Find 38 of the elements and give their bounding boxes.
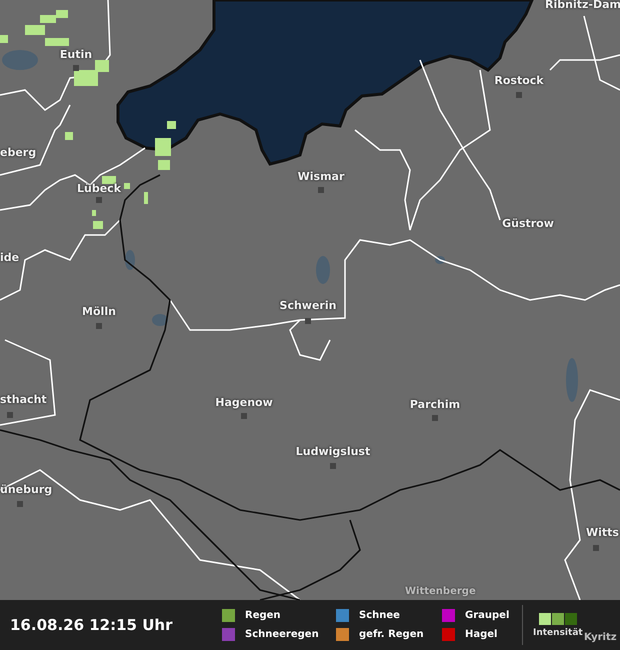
city-label: Hagenow <box>215 395 273 411</box>
city-label: Schwerin <box>280 298 336 314</box>
city-marker <box>432 415 438 421</box>
city-label: eberg <box>0 145 36 161</box>
city-marker <box>17 501 23 507</box>
city-label: üneburg <box>0 482 52 498</box>
city-label: Witts <box>586 525 619 541</box>
city-label: sthacht <box>0 392 47 408</box>
timestamp: 16.08.26 12:15 Uhr <box>10 616 174 634</box>
city-label: Wittenberge <box>405 585 476 599</box>
city-label: Ribnitz-Dam <box>545 0 620 13</box>
legend-label: Graupel <box>465 610 510 621</box>
city-label: Ludwigslust <box>296 444 370 460</box>
intensity-label: Intensität <box>533 628 583 638</box>
city-label: Güstrow <box>502 216 554 232</box>
city-marker <box>241 413 247 419</box>
city-label: Eutin <box>60 47 92 63</box>
city-label: Mölln <box>82 304 116 320</box>
legend-label: Regen <box>245 610 281 621</box>
city-marker <box>318 187 324 193</box>
city-label: Wismar <box>298 169 344 185</box>
city-marker <box>96 197 102 203</box>
city-marker <box>593 545 599 551</box>
city-marker <box>96 323 102 329</box>
city-label: ide <box>0 250 20 266</box>
legend-label: Schnee <box>359 610 400 621</box>
city-marker <box>73 65 79 71</box>
legend-label: gefr. Regen <box>359 629 424 640</box>
city-label: Parchim <box>410 397 460 413</box>
city-label: Rostock <box>494 73 544 89</box>
city-marker <box>330 463 336 469</box>
city-label: Lübeck <box>77 181 121 197</box>
legend-label: Schneeregen <box>245 629 319 640</box>
city-marker <box>7 412 13 418</box>
city-label: Kyritz <box>584 631 617 645</box>
legend-label: Hagel <box>465 629 498 640</box>
city-marker <box>516 92 522 98</box>
city-marker <box>305 318 311 324</box>
